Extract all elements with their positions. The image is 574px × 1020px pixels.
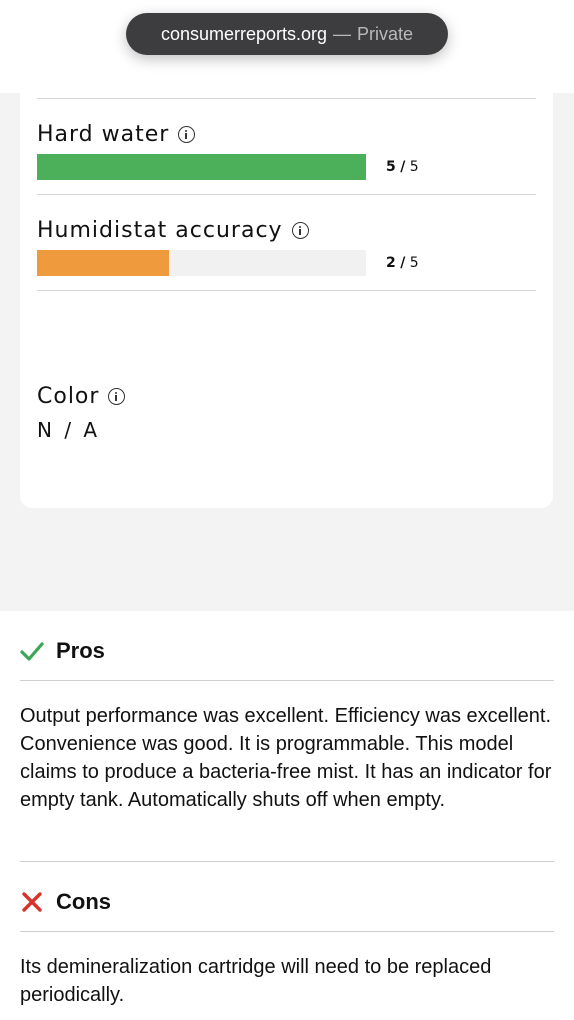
cons-title: Cons: [56, 889, 111, 914]
rating-label-hard-water: Hard water: [37, 122, 196, 147]
score-separator: /: [400, 255, 406, 271]
pros-text: Output performance was excellent. Effici…: [20, 705, 552, 811]
color-label-text: Color: [37, 384, 100, 409]
rating-divider: [37, 290, 536, 291]
url-separator: —: [333, 23, 352, 44]
rating-bar-fill: [37, 154, 366, 180]
info-icon[interactable]: [291, 222, 309, 239]
info-icon[interactable]: [178, 126, 196, 143]
url-text: consumerreports.org: [160, 23, 328, 44]
rating-label-text: Humidistat accuracy: [37, 218, 283, 243]
score-separator: /: [400, 159, 406, 175]
rating-divider: [37, 194, 536, 195]
section-divider: [20, 861, 554, 862]
info-icon[interactable]: [108, 388, 126, 405]
check-icon: [20, 642, 44, 661]
cons-text: Its demineralization cartridge will need…: [20, 956, 492, 1006]
rating-score-humidistat-accuracy: 2 / 5: [386, 255, 419, 271]
pros-heading: Pros: [20, 638, 105, 664]
color-value: N / A: [37, 418, 101, 442]
score-value: 2: [386, 255, 396, 271]
score-max: 5: [409, 255, 419, 271]
cons-heading: Cons: [20, 889, 111, 915]
rating-label-text: Hard water: [37, 122, 170, 147]
pros-title: Pros: [56, 638, 105, 663]
rating-bar-fill: [37, 250, 169, 276]
rating-bar-hard-water: [37, 154, 366, 180]
rating-bar-humidistat-accuracy: [37, 250, 366, 276]
browser-top-bar: consumerreports.org — Private: [0, 0, 574, 93]
private-mode-label: Private: [357, 23, 414, 44]
rating-label-humidistat-accuracy: Humidistat accuracy: [37, 218, 309, 243]
score-max: 5: [409, 159, 419, 175]
x-icon: [22, 892, 42, 912]
color-label: Color: [37, 384, 126, 409]
score-value: 5: [386, 159, 396, 175]
cons-divider: [20, 931, 554, 932]
pros-divider: [20, 680, 554, 681]
url-pill[interactable]: consumerreports.org — Private: [126, 13, 448, 55]
rating-score-hard-water: 5 / 5: [386, 159, 419, 175]
card-divider-top: [37, 98, 536, 99]
